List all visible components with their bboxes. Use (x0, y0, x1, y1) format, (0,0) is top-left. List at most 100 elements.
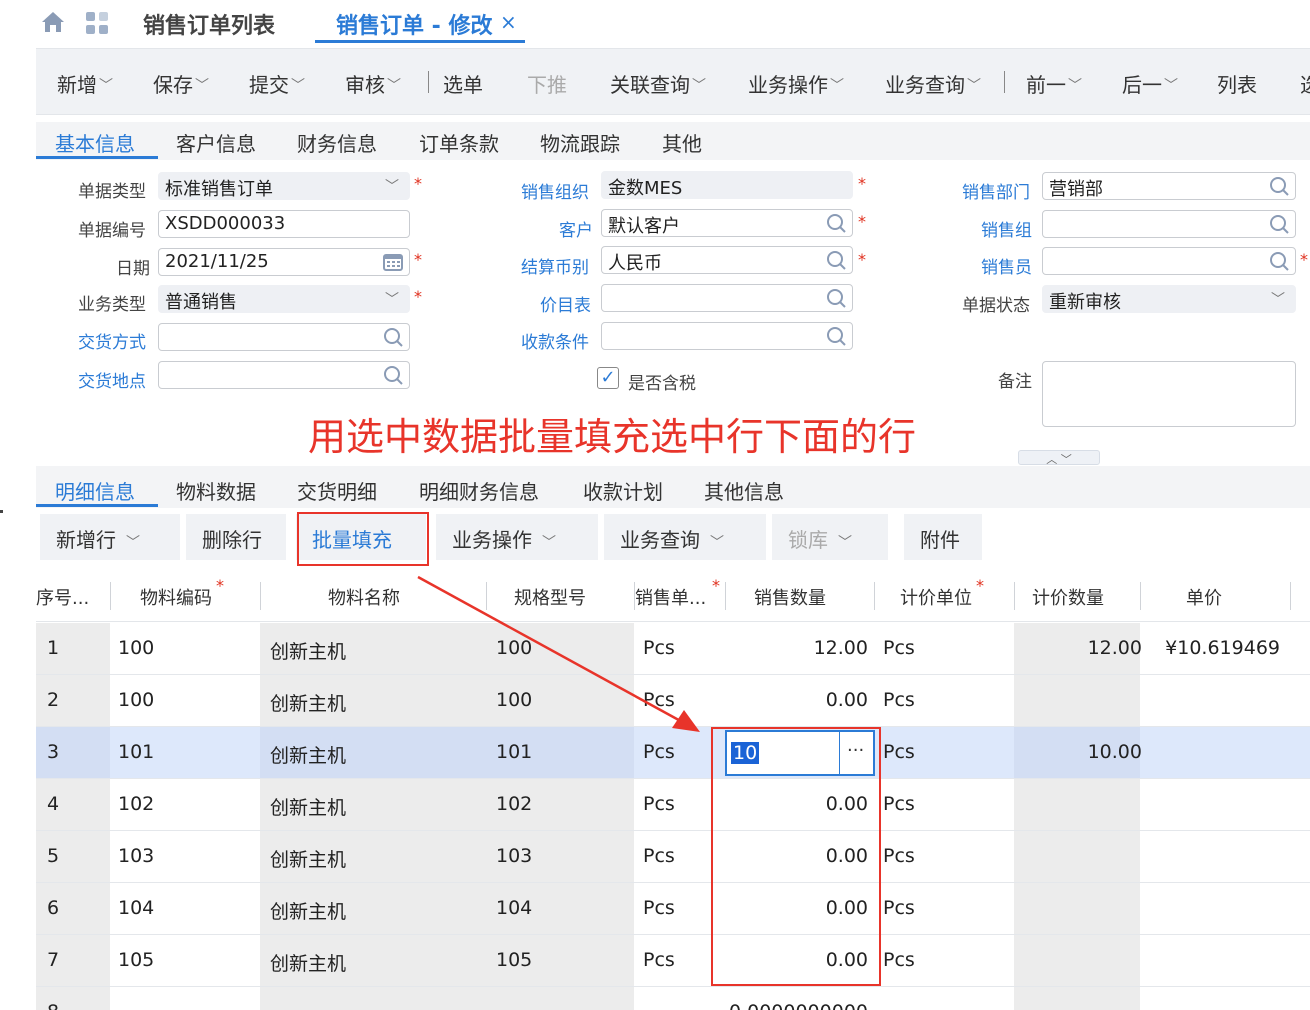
cell-seq[interactable]: 2 (47, 689, 59, 711)
search-icon[interactable] (1269, 176, 1289, 196)
delivery-method-input[interactable] (158, 323, 410, 351)
cell-seq[interactable]: 1 (47, 637, 59, 659)
toolbar-item-3[interactable]: 审核 ﹀ (345, 69, 401, 98)
table-row[interactable]: 8 0.0000000000 (36, 987, 1310, 1010)
cell-sales-unit[interactable]: Pcs (643, 689, 675, 711)
col-spec[interactable]: 规格型号 (514, 584, 586, 610)
cell-material-code[interactable]: 100 (118, 689, 154, 711)
date-input[interactable]: 2021/11/25 (158, 248, 410, 276)
search-icon[interactable] (826, 326, 846, 346)
cell-price-qty[interactable]: 12.00 (1088, 637, 1142, 659)
cell-spec[interactable]: 102 (496, 793, 532, 815)
sales-dept-label[interactable]: 销售部门 (962, 178, 1030, 203)
toolbar-item-6[interactable]: 关联查询 ﹀ (610, 69, 706, 98)
tab-customer-info[interactable]: 客户信息 (176, 128, 256, 157)
cell-sales-unit[interactable]: Pcs (643, 949, 675, 971)
cell-sales-qty[interactable]: 12.00 (814, 637, 868, 659)
sales-dept-input[interactable]: 营销部 (1042, 172, 1296, 200)
cell-seq[interactable]: 8 (47, 1001, 59, 1010)
cell-material-name[interactable]: 创新主机 (270, 637, 346, 664)
price-list-label[interactable]: 价目表 (540, 291, 591, 316)
cell-spec[interactable]: 104 (496, 897, 532, 919)
search-icon[interactable] (826, 250, 846, 270)
cell-material-name[interactable]: 创新主机 (270, 897, 346, 924)
tab-material-data[interactable]: 物料数据 (176, 476, 256, 505)
table-row[interactable]: 4 102 创新主机 102 Pcs 0.00 Pcs (36, 779, 1310, 831)
search-icon[interactable] (383, 327, 403, 347)
table-row[interactable]: 2 100 创新主机 100 Pcs 0.00 Pcs (36, 675, 1310, 727)
home-icon[interactable] (40, 10, 66, 34)
col-divider[interactable] (1014, 582, 1015, 610)
sales-group-label[interactable]: 销售组 (981, 216, 1032, 241)
search-icon[interactable] (826, 288, 846, 308)
delivery-place-label[interactable]: 交货地点 (78, 367, 146, 392)
price-list-input[interactable] (601, 284, 853, 312)
cell-sales-unit[interactable]: Pcs (643, 637, 675, 659)
cell-seq[interactable]: 7 (47, 949, 59, 971)
tab-sales-order-list[interactable]: 销售订单列表 (143, 8, 275, 40)
col-material-code[interactable]: 物料编码 (140, 584, 212, 610)
tab-finance-info[interactable]: 财务信息 (297, 128, 377, 157)
table-row[interactable]: 1 100 创新主机 100 Pcs 12.00 Pcs 12.00 ¥10.619469 (36, 623, 1310, 675)
cell-spec[interactable]: 105 (496, 949, 532, 971)
table-row[interactable]: 6 104 创新主机 104 Pcs 0.00 Pcs (36, 883, 1310, 935)
cell-spec[interactable]: 103 (496, 845, 532, 867)
sales-group-input[interactable] (1042, 210, 1296, 238)
search-icon[interactable] (826, 213, 846, 233)
close-tab-icon[interactable]: × (500, 10, 517, 34)
tab-logistics[interactable]: 物流跟踪 (540, 128, 620, 157)
toolbar-item-4[interactable]: 选单 (443, 69, 483, 98)
lock-stock-button[interactable]: 锁库 ﹀ (772, 514, 888, 560)
cell-material-name[interactable]: 创新主机 (270, 689, 346, 716)
col-seq[interactable]: 序号... (36, 584, 89, 610)
col-price-qty[interactable]: 计价数量 (1032, 584, 1104, 610)
salesperson-label[interactable]: 销售员 (981, 253, 1032, 278)
toolbar-item-0[interactable]: 新增 ﹀ (57, 69, 113, 98)
col-divider[interactable] (110, 582, 111, 610)
table-row[interactable]: 3 101 创新主机 101 Pcs Pcs 10.00 (36, 727, 1310, 779)
cell-seq[interactable]: 4 (47, 793, 59, 815)
table-row[interactable]: 7 105 创新主机 105 Pcs 0.00 Pcs (36, 935, 1310, 987)
toolbar-item-10[interactable]: 后一 ﹀ (1122, 69, 1178, 98)
search-icon[interactable] (1269, 251, 1289, 271)
cell-price-unit[interactable]: Pcs (883, 845, 915, 867)
cell-material-code[interactable]: 103 (118, 845, 154, 867)
doc-status-select[interactable]: 重新审核 ﹀ (1042, 285, 1296, 313)
cell-price-unit[interactable]: Pcs (883, 949, 915, 971)
tab-other[interactable]: 其他 (662, 128, 702, 157)
cell-price-unit[interactable]: Pcs (883, 897, 915, 919)
toolbar-item-12[interactable]: 选 (1300, 69, 1310, 98)
tab-other-info[interactable]: 其他信息 (704, 476, 784, 505)
col-material-name[interactable]: 物料名称 (328, 584, 400, 610)
cell-price-unit[interactable]: Pcs (883, 741, 915, 763)
cell-sales-qty[interactable]: 0.0000000000 (729, 1001, 868, 1010)
cell-price-unit[interactable]: Pcs (883, 793, 915, 815)
col-price-unit[interactable]: 计价单位 (900, 584, 972, 610)
cell-material-code[interactable]: 102 (118, 793, 154, 815)
col-divider[interactable] (1290, 582, 1291, 610)
cell-material-name[interactable]: 创新主机 (270, 793, 346, 820)
payment-terms-input[interactable] (601, 322, 853, 350)
delivery-method-label[interactable]: 交货方式 (78, 328, 146, 353)
biz-ops-button[interactable]: 业务操作 ﹀ (436, 514, 598, 560)
add-row-button[interactable]: 新增行 ﹀ (40, 514, 180, 560)
cell-sales-unit[interactable]: Pcs (643, 897, 675, 919)
cell-material-code[interactable]: 104 (118, 897, 154, 919)
currency-label[interactable]: 结算币别 (521, 253, 589, 278)
col-divider[interactable] (725, 582, 726, 610)
cell-material-name[interactable]: 创新主机 (270, 845, 346, 872)
tab-detail-info[interactable]: 明细信息 (55, 476, 135, 505)
col-divider[interactable] (260, 582, 261, 610)
tab-sales-order-edit[interactable]: 销售订单 - 修改 (336, 8, 492, 40)
tab-delivery-detail[interactable]: 交货明细 (297, 476, 377, 505)
customer-input[interactable]: 默认客户 (601, 209, 853, 237)
doc-no-input[interactable]: XSDD000033 (158, 210, 410, 238)
cell-spec[interactable]: 101 (496, 741, 532, 763)
currency-input[interactable]: 人民币 (601, 246, 853, 274)
cell-unit-price[interactable]: ¥10.619469 (1165, 637, 1280, 659)
salesperson-input[interactable] (1042, 247, 1296, 275)
collapse-toggle[interactable]: ︿ ﹀ (1018, 450, 1100, 466)
search-icon[interactable] (1269, 214, 1289, 234)
cell-material-code[interactable]: 105 (118, 949, 154, 971)
apps-icon[interactable] (84, 10, 110, 36)
